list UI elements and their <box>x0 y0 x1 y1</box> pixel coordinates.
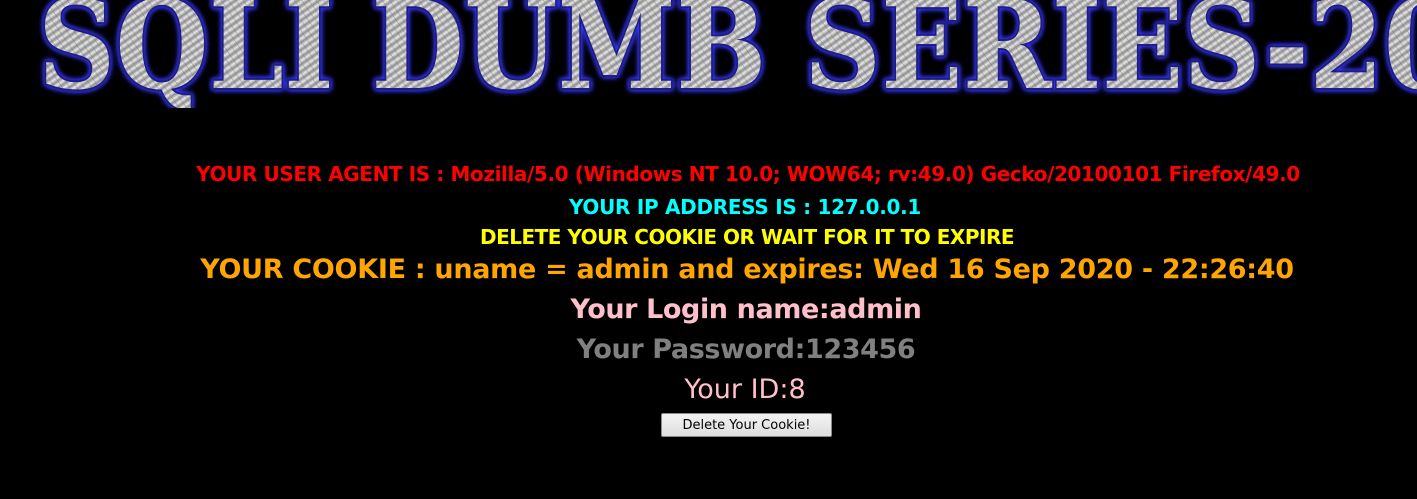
user-id-text: Your ID:8 <box>684 374 806 405</box>
password-text: Your Password:123456 <box>576 334 916 365</box>
cookie-info-text: YOUR COOKIE : uname = admin and expires:… <box>200 254 1294 285</box>
delete-cookie-notice: DELETE YOUR COOKIE OR WAIT FOR IT TO EXP… <box>479 225 1015 249</box>
user-agent-text: YOUR USER AGENT IS : Mozilla/5.0 (Window… <box>196 162 1300 186</box>
login-name-text: Your Login name:admin <box>570 294 922 325</box>
delete-cookie-button[interactable]: Delete Your Cookie! <box>661 413 832 437</box>
title-banner-graphic: SQLI DUMB SERIES-20 <box>36 0 1417 108</box>
title-banner: SQLI DUMB SERIES-20 <box>0 0 1417 108</box>
page: SQLI DUMB SERIES-20 YOUR USER AGENT IS :… <box>0 0 1417 499</box>
banner-title-text: SQLI DUMB SERIES-20 <box>38 0 1417 108</box>
ip-address-text: YOUR IP ADDRESS IS : 127.0.0.1 <box>568 195 922 219</box>
